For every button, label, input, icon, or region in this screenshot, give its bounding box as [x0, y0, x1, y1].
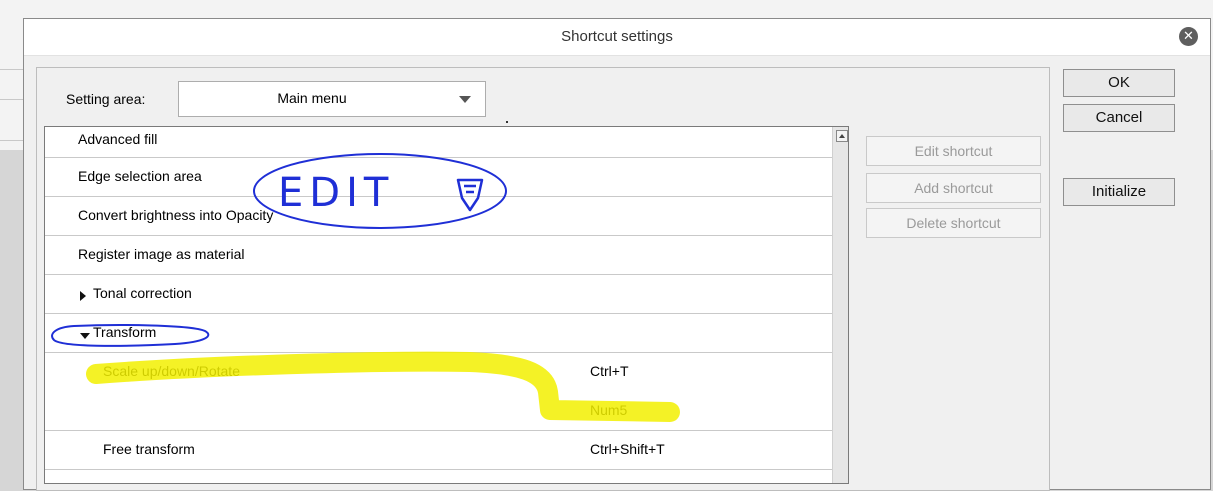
background-divider — [0, 140, 24, 141]
command-list[interactable]: Advanced fill Edge selection area Conver… — [44, 126, 849, 484]
background-divider — [0, 99, 24, 100]
cancel-button[interactable]: Cancel — [1063, 104, 1175, 132]
shortcut-key: Num5 — [590, 402, 628, 418]
setting-area-value: Main menu — [277, 90, 347, 106]
shortcut-key: Ctrl+T — [590, 363, 629, 379]
initialize-button[interactable]: Initialize — [1063, 178, 1175, 206]
ok-button[interactable]: OK — [1063, 69, 1175, 97]
list-item[interactable]: Num5 — [45, 392, 832, 431]
title-bar: Shortcut settings ✕ — [24, 19, 1210, 56]
list-item-label: Free transform — [103, 441, 195, 457]
list-item-label: Register image as material — [78, 246, 245, 262]
list-item[interactable]: Scale up/down/Rotate Ctrl+T — [45, 353, 832, 391]
dialog-title: Shortcut settings — [561, 28, 673, 45]
list-item-label: Advanced fill — [78, 131, 158, 147]
setting-area-label: Setting area: — [66, 91, 146, 107]
list-item[interactable]: Free transform Ctrl+Shift+T — [45, 431, 832, 470]
list-item-label: Transform — [93, 324, 157, 340]
list-item[interactable]: Advanced fill — [45, 127, 832, 158]
list-group-tonal-correction[interactable]: Tonal correction — [45, 275, 832, 314]
list-item-label: Convert brightness into Opacity — [78, 207, 274, 223]
add-shortcut-button[interactable]: Add shortcut — [866, 173, 1041, 203]
vertical-scrollbar[interactable] — [832, 127, 848, 483]
list-item-label: Tonal correction — [93, 285, 192, 301]
list-item[interactable]: Edge selection area — [45, 158, 832, 197]
setting-area-dropdown[interactable]: Main menu — [178, 81, 486, 117]
close-icon[interactable]: ✕ — [1179, 27, 1198, 46]
list-item[interactable]: Register image as material — [45, 236, 832, 275]
list-group-transform[interactable]: Transform — [45, 314, 832, 353]
background-divider — [0, 69, 24, 70]
chevron-down-icon[interactable] — [459, 96, 471, 103]
list-item-label: Edge selection area — [78, 168, 202, 184]
scroll-up-arrow — [839, 134, 845, 138]
edit-shortcut-button[interactable]: Edit shortcut — [866, 136, 1041, 166]
shortcut-key: Ctrl+Shift+T — [590, 441, 665, 457]
collapse-arrow-icon[interactable] — [80, 333, 90, 339]
list-item[interactable]: Convert brightness into Opacity — [45, 197, 832, 236]
list-item-label: Scale up/down/Rotate — [103, 363, 240, 379]
expand-arrow-icon[interactable] — [80, 291, 86, 301]
scroll-up-icon[interactable] — [836, 130, 848, 142]
stray-dot — [506, 121, 508, 123]
delete-shortcut-button[interactable]: Delete shortcut — [866, 208, 1041, 238]
